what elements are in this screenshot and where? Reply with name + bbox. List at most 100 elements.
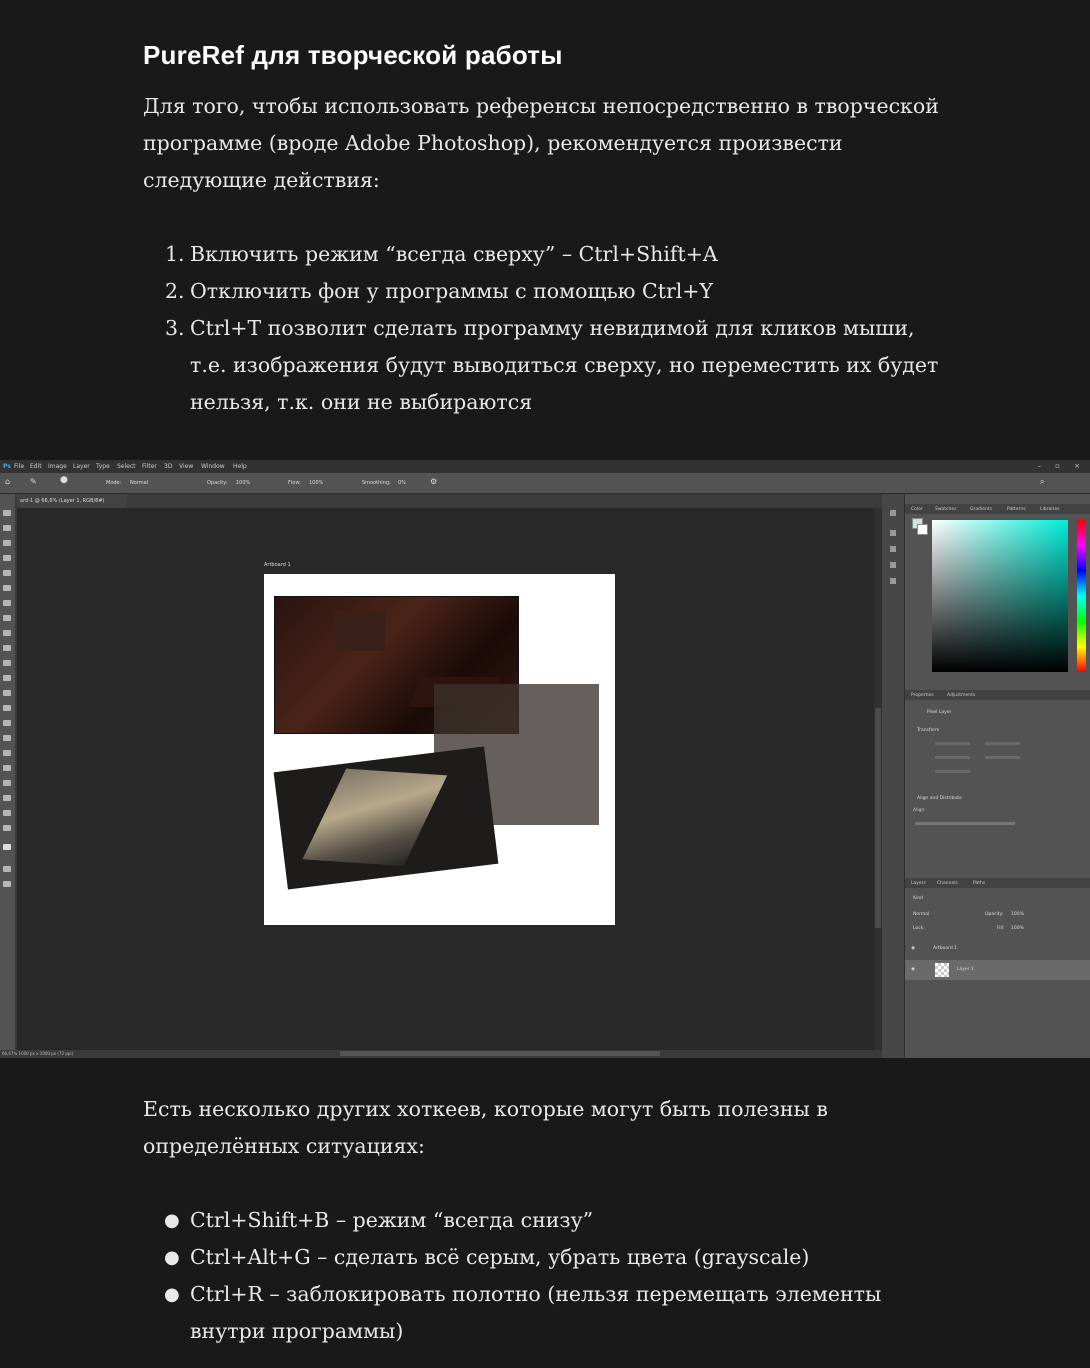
ps-properties-tabs: Properties Adjustments [905, 690, 1090, 700]
frame-tool-icon [3, 585, 11, 591]
ps-option-value: 100% [309, 480, 324, 486]
ps-opacity-label: Opacity: [985, 912, 1004, 917]
list-item-text: нельзя, т.к. они не выбираются [190, 390, 533, 414]
ps-fill-value: 100% [1011, 926, 1024, 931]
type-tool-icon [3, 750, 11, 756]
hotkeys-list: ● Ctrl+Shift+B – режим “всегда снизу” ● … [143, 1202, 953, 1350]
ps-options-bar: ⌂ ✎ ● Mode: Normal Opacity: 100% Flow: 1… [0, 473, 1090, 494]
list-item: 3. Ctrl+T позволит сделать программу нев… [143, 310, 953, 421]
ps-menu-item: Image [48, 463, 67, 470]
list-item-text: Отключить фон у программы с помощью Ctrl… [190, 279, 714, 303]
ps-input-field [985, 742, 1020, 745]
ps-vertical-scrollbar [874, 508, 882, 1050]
ps-layers-tabs: Layers Channels Paths [905, 878, 1090, 888]
ps-menu-item: Layer [73, 463, 90, 470]
list-item: ● Ctrl+Shift+B – режим “всегда снизу” [143, 1202, 953, 1239]
brush-settings-icon [890, 530, 896, 536]
ps-layer-name: Layer 1 [957, 967, 974, 972]
list-item-text: Ctrl+R – заблокировать полотно (нельзя п… [190, 1282, 882, 1306]
path-select-tool-icon [3, 765, 11, 771]
brush-tool-icon [3, 630, 11, 636]
list-item-text: Ctrl+Shift+B – режим “всегда снизу” [190, 1208, 594, 1232]
list-item: ● Ctrl+R – заблокировать полотно (нельзя… [143, 1276, 953, 1350]
ps-hue-slider [1077, 520, 1086, 672]
ps-menu-item: Edit [30, 463, 42, 470]
list-item-text: Ctrl+Alt+G – сделать всё серым, убрать ц… [190, 1245, 810, 1269]
character-icon [890, 578, 896, 584]
eyedropper-tool-icon [3, 600, 11, 606]
crop-tool-icon [3, 570, 11, 576]
ps-panel-tab: Paths [973, 881, 986, 886]
ps-panel-tab: Color [911, 507, 923, 512]
section-heading: PureRef для творческой работы [143, 40, 563, 70]
ps-window-buttons: – ▫ × [1037, 462, 1086, 470]
ps-panel-tab: Libraries [1040, 507, 1060, 512]
ps-layer-thumbnail [935, 963, 949, 977]
ps-option-value: Normal [130, 480, 149, 486]
ps-toolbar [0, 494, 15, 1058]
hand-tool-icon [3, 795, 11, 801]
ps-input-field [935, 742, 970, 745]
ps-panel-tab: Properties [911, 693, 934, 698]
ps-menu-item: 3D [164, 463, 173, 470]
gradient-tool-icon [3, 690, 11, 696]
bullet-icon: ● [164, 1210, 180, 1231]
list-number: 3. [165, 316, 185, 340]
ps-panel-tab: Channels [937, 881, 958, 886]
list-number: 1. [165, 242, 185, 266]
ps-option-label: Mode: [106, 480, 122, 486]
ps-layer-name: Artboard 1 [933, 946, 957, 951]
ps-panel-tab: Swatches [935, 507, 957, 512]
ps-properties-line: Align and Distribute [917, 796, 962, 801]
paragraph-icon [890, 562, 896, 568]
blur-tool-icon [3, 705, 11, 711]
quick-select-tool-icon [3, 555, 11, 561]
adjust-icon [890, 546, 896, 552]
ps-scroll-thumb [875, 708, 881, 928]
screen-mode-icon [3, 881, 11, 887]
list-item: ● Ctrl+Alt+G – сделать всё серым, убрать… [143, 1239, 953, 1276]
outro-line: определённых ситуациях: [143, 1134, 425, 1158]
color-swatch-icon [3, 844, 11, 850]
ps-panel-tab: Patterns [1007, 507, 1026, 512]
ps-background-swatch [917, 524, 928, 535]
ps-input-field [935, 756, 970, 759]
gear-icon: ⚙ [430, 477, 438, 486]
ps-layers-filter: Kind [913, 896, 923, 901]
ps-option-label: Opacity: [207, 480, 228, 486]
pen-tool-icon [3, 735, 11, 741]
home-icon: ⌂ [5, 477, 11, 486]
ps-panel-icon-strip [882, 494, 905, 1058]
ps-menubar: Ps File Edit Image Layer Type Select Fil… [0, 460, 1090, 473]
reference-image-isometric-room [273, 746, 499, 890]
ps-properties-line: Align: [913, 808, 926, 813]
ps-layer-row-selected: ◉ Layer 1 [905, 960, 1090, 980]
ps-layer-row: ◉ Artboard 1 [905, 944, 1090, 954]
ps-panel-tab: Gradients [970, 507, 992, 512]
ps-menu-item: Window [201, 463, 225, 470]
ps-right-panels: Color Swatches Gradients Patterns Librar… [905, 494, 1090, 1058]
intro-paragraph: Для того, чтобы использовать референсы н… [143, 88, 953, 199]
ps-horizontal-scroll-thumb [340, 1051, 660, 1056]
steps-list: 1. Включить режим “всегда сверху” – Ctrl… [143, 236, 953, 421]
ps-artboard-label: Artboard 1 [264, 562, 291, 568]
ps-properties-line: Pixel Layer [927, 710, 952, 715]
ps-opacity-value: 100% [1011, 912, 1024, 917]
healing-tool-icon [3, 615, 11, 621]
intro-line: Для того, чтобы использовать референсы н… [143, 94, 939, 118]
ps-align-icons [915, 822, 1015, 825]
ps-lock-label: Lock: [913, 926, 925, 931]
list-item-text: Ctrl+T позволит сделать программу невиди… [190, 316, 915, 340]
ps-fill-label: Fill: [997, 926, 1005, 931]
ps-panel-tab: Adjustments [947, 693, 976, 698]
ps-menu-item: Filter [142, 463, 157, 470]
zoom-tool-icon [3, 810, 11, 816]
eraser-tool-icon [3, 675, 11, 681]
ps-status-text: 66,67% 1000 px x 1000 px (72 ppi) [2, 1051, 74, 1056]
intro-line: следующие действия: [143, 168, 380, 192]
ps-menu-item: Help [233, 463, 247, 470]
list-item: 2. Отключить фон у программы с помощью C… [143, 273, 953, 310]
ps-input-field [985, 756, 1020, 759]
list-number: 2. [165, 279, 185, 303]
outro-paragraph: Есть несколько других хоткеев, которые м… [143, 1091, 953, 1165]
